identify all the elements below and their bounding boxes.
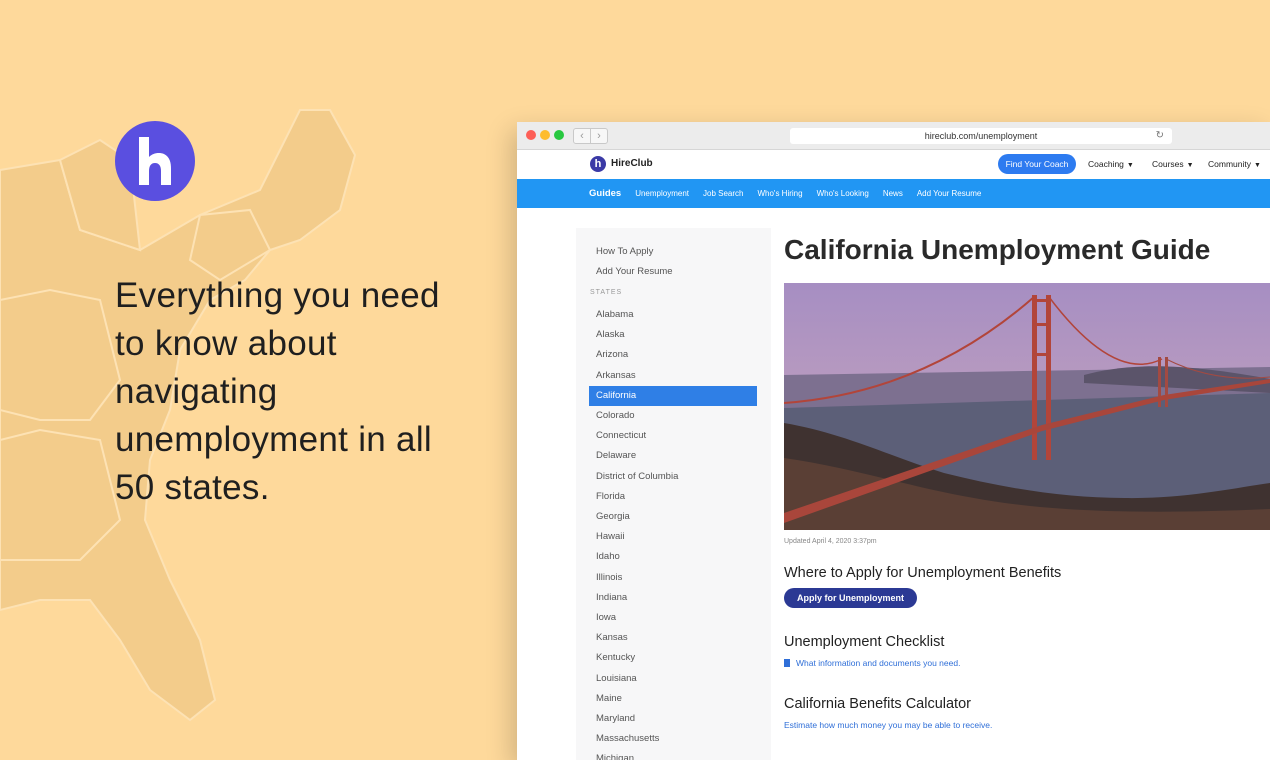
forward-button[interactable]: › [590,128,608,144]
back-button[interactable]: ‹ [573,128,591,144]
guides-nav: Guides Unemployment Job Search Who's Hir… [517,179,1270,208]
state-item-maine[interactable]: Maine [589,689,757,709]
h-letter-icon [139,137,171,185]
courses-label: Courses [1152,159,1184,169]
calculator-heading: California Benefits Calculator [784,696,971,712]
tagline: Everything you need to know about naviga… [115,276,440,507]
site-name[interactable]: HireClub [611,158,653,169]
sidebar-how-to-apply[interactable]: How To Apply [596,246,653,257]
nav-add-your-resume[interactable]: Add Your Resume [917,189,982,198]
state-item-idaho[interactable]: Idaho [589,547,757,567]
state-item-michigan[interactable]: Michigan [589,749,757,760]
state-item-illinois[interactable]: Illinois [589,568,757,588]
address-bar[interactable]: hireclub.com/unemployment ↻ [790,128,1172,144]
state-item-indiana[interactable]: Indiana [589,588,757,608]
hireclub-small-logo-icon[interactable]: h [590,156,606,172]
sidebar-add-your-resume[interactable]: Add Your Resume [596,266,673,277]
state-item-arizona[interactable]: Arizona [589,345,757,365]
checklist-link[interactable]: What information and documents you need. [784,658,960,668]
close-window-button[interactable] [526,130,536,140]
zoom-window-button[interactable] [554,130,564,140]
coaching-label: Coaching [1088,159,1124,169]
state-item-california[interactable]: California [589,385,757,406]
state-item-georgia[interactable]: Georgia [589,507,757,527]
nav-job-search[interactable]: Job Search [703,189,743,198]
hireclub-logo [115,121,195,201]
state-item-district-of-columbia[interactable]: District of Columbia [589,467,757,487]
find-your-coach-button[interactable]: Find Your Coach [998,154,1076,174]
nav-unemployment[interactable]: Unemployment [635,189,689,198]
state-item-kentucky[interactable]: Kentucky [589,648,757,668]
site-header: h HireClub Find Your Coach Coaching ▼ Cou… [517,150,1270,179]
state-item-alaska[interactable]: Alaska [589,325,757,345]
state-item-florida[interactable]: Florida [589,487,757,507]
state-item-delaware[interactable]: Delaware [589,446,757,466]
state-item-kansas[interactable]: Kansas [589,628,757,648]
state-item-iowa[interactable]: Iowa [589,608,757,628]
reload-icon[interactable]: ↻ [1156,128,1164,144]
calculator-link[interactable]: Estimate how much money you may be able … [784,720,992,730]
sidebar: How To Apply Add Your Resume STATES Alab… [576,228,771,760]
guides-link[interactable]: Guides [589,188,621,199]
checklist-heading: Unemployment Checklist [784,634,945,650]
chevron-down-icon: ▼ [1126,162,1134,169]
coaching-menu[interactable]: Coaching ▼ [1088,159,1134,169]
apply-heading: Where to Apply for Unemployment Benefits [784,565,1062,581]
courses-menu[interactable]: Courses ▼ [1152,159,1194,169]
community-label: Community [1208,159,1251,169]
state-item-colorado[interactable]: Colorado [589,406,757,426]
golden-gate-bridge-image [784,283,1270,530]
nav-whos-looking[interactable]: Who's Looking [817,189,869,198]
states-heading: STATES [590,289,623,296]
updated-timestamp: Updated April 4, 2020 3:37pm [784,538,877,545]
page-title: California Unemployment Guide [784,234,1211,265]
community-menu[interactable]: Community ▼ [1208,159,1261,169]
browser-toolbar: ‹ › ▭ hireclub.com/unemployment ↻ [517,122,1270,760]
apply-for-unemployment-button[interactable]: Apply for Unemployment [784,588,917,608]
state-item-massachusetts[interactable]: Massachusetts [589,729,757,749]
document-icon [784,659,790,667]
chevron-down-icon: ▼ [1186,162,1194,169]
minimize-window-button[interactable] [540,130,550,140]
chevron-down-icon: ▼ [1253,162,1261,169]
state-item-connecticut[interactable]: Connecticut [589,426,757,446]
browser-window: ‹ › ▭ hireclub.com/unemployment ↻ h Hire… [517,122,1270,760]
nav-whos-hiring[interactable]: Who's Hiring [757,189,802,198]
url-text: hireclub.com/unemployment [924,131,1038,141]
state-item-arkansas[interactable]: Arkansas [589,366,757,386]
state-item-louisiana[interactable]: Louisiana [589,669,757,689]
state-item-hawaii[interactable]: Hawaii [589,527,757,547]
checklist-link-text: What information and documents you need. [796,658,961,668]
nav-news[interactable]: News [883,189,903,198]
state-item-alabama[interactable]: Alabama [589,305,757,325]
state-item-maryland[interactable]: Maryland [589,709,757,729]
